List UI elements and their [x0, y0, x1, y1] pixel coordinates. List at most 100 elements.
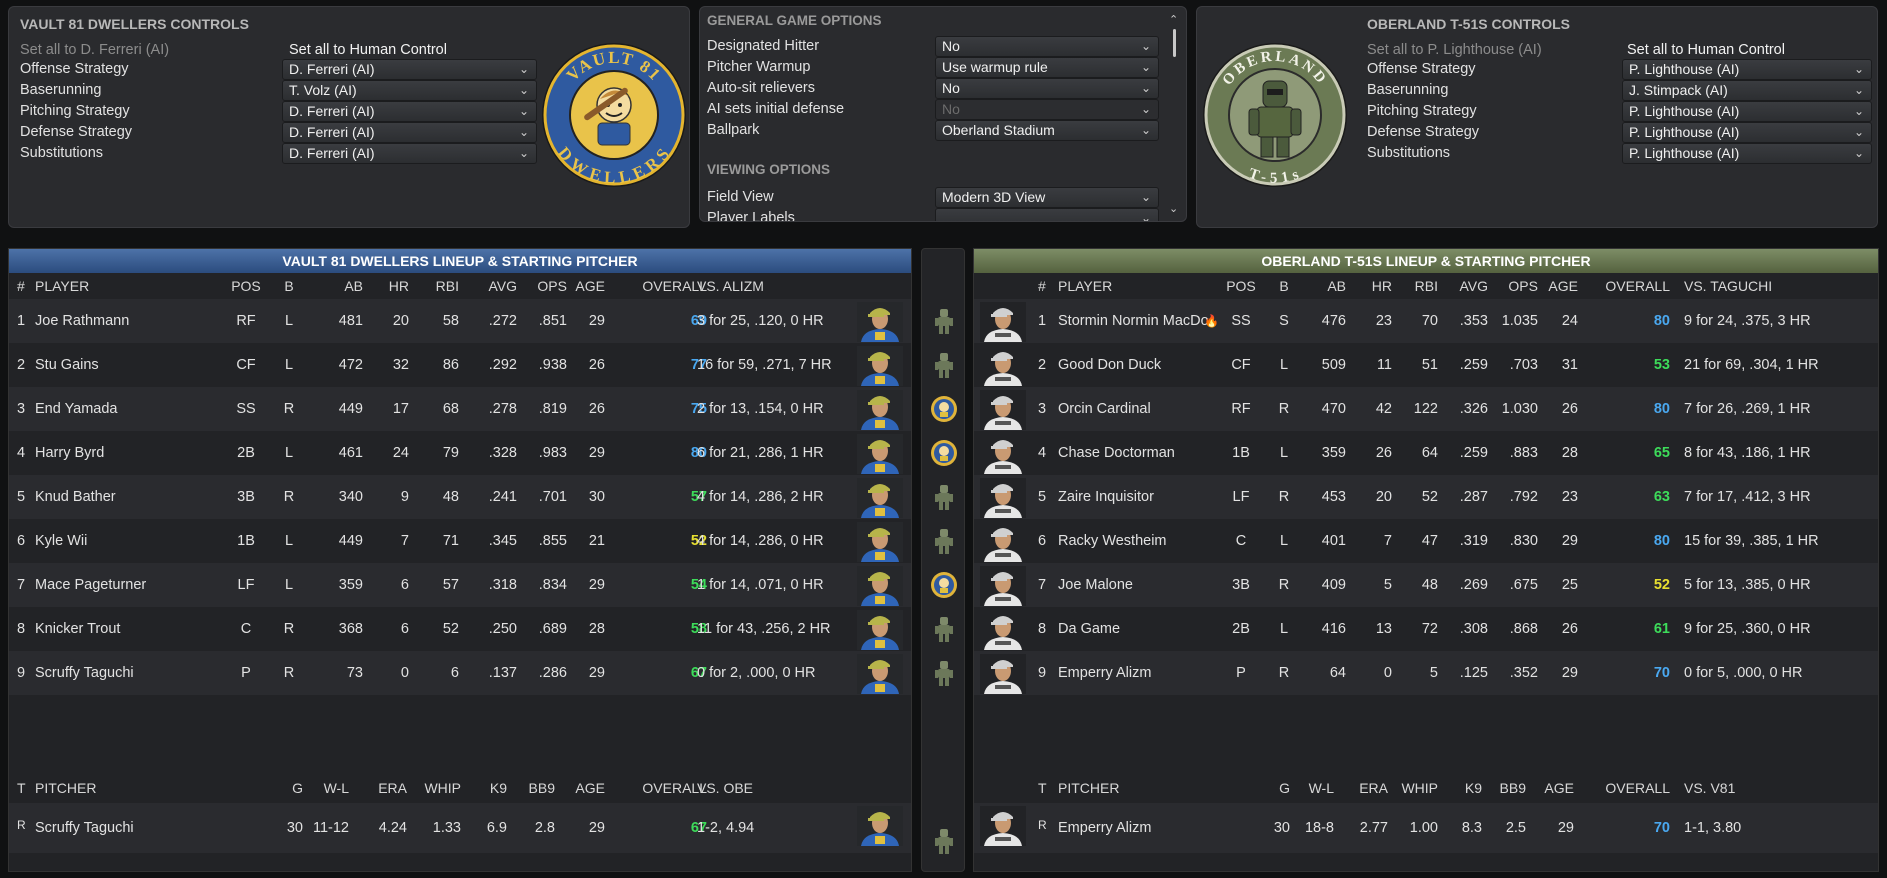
column-header-overall[interactable]: OVERALL	[621, 274, 707, 298]
option-dropdown[interactable]: ⌄	[935, 208, 1159, 221]
away-control-dropdown[interactable]: P. Lighthouse (AI) ⌄	[1622, 143, 1872, 164]
player-name[interactable]: Joe Rathmann	[35, 299, 129, 343]
armor-icon[interactable]	[930, 307, 958, 335]
option-dropdown[interactable]: No ⌄	[935, 36, 1159, 57]
player-name[interactable]: Harry Byrd	[35, 431, 104, 475]
column-header-whip[interactable]: WHIP	[411, 776, 461, 800]
player-name[interactable]: Stu Gains	[35, 343, 99, 387]
column-header-age[interactable]: AGE	[569, 776, 605, 800]
column-header-pitcher[interactable]: PITCHER	[1058, 776, 1119, 800]
table-row[interactable]: 1 Stormin Normin MacDo SS S 476 23 70.353 1.035…	[974, 299, 1878, 343]
table-row[interactable]: 7 Mace Pageturner LF L 359 6 57 .318 .834 29 54 1 f…	[9, 563, 911, 607]
table-row[interactable]: 9 Scruffy Taguchi P R 73 0 6 .137 .286 29 67 0 for …	[9, 651, 911, 695]
scroll-up-icon[interactable]: ⌃	[1169, 13, 1178, 26]
column-header-era[interactable]: ERA	[363, 776, 407, 800]
column-header-num[interactable]: #	[17, 274, 25, 298]
player-name[interactable]: Da Game	[1058, 607, 1120, 651]
player-name[interactable]: Good Don Duck	[1058, 343, 1161, 387]
away-control-dropdown[interactable]: P. Lighthouse (AI) ⌄	[1622, 59, 1872, 80]
table-row[interactable]: 7 Joe Malone 3B R 409 5 48 .269 .675 25 52 5 for 13…	[974, 563, 1878, 607]
armor-icon[interactable]	[930, 483, 958, 511]
option-dropdown[interactable]: Oberland Stadium ⌄	[935, 120, 1159, 141]
option-dropdown[interactable]: Use warmup rule ⌄	[935, 57, 1159, 78]
column-header-vs[interactable]: VS. ALIZM	[697, 274, 764, 298]
column-header-vs[interactable]: VS. TAGUCHI	[1684, 274, 1772, 298]
player-name[interactable]: Knud Bather	[35, 475, 116, 519]
table-row[interactable]: 2 Good Don Duck CF L 509 11 51 .259 .703 31 53 21 f…	[974, 343, 1878, 387]
vault-boy-icon[interactable]	[930, 395, 958, 423]
home-control-dropdown[interactable]: D. Ferreri (AI) ⌄	[282, 101, 537, 122]
table-row[interactable]: 3 Orcin Cardinal RF R 470 42 122 .326 1.030 26 80 7…	[974, 387, 1878, 431]
column-header-bb9[interactable]: BB9	[1488, 776, 1526, 800]
player-name[interactable]: Chase Doctorman	[1058, 431, 1175, 475]
column-header-overall[interactable]: OVERALL	[621, 776, 707, 800]
player-name[interactable]: Orcin Cardinal	[1058, 387, 1151, 431]
player-name[interactable]: Emperry Alizm	[1058, 651, 1151, 695]
column-header-pos[interactable]: POS	[231, 274, 261, 298]
column-header-avg[interactable]: AVG	[1444, 274, 1488, 298]
table-row[interactable]: 9 Emperry Alizm P R 64 0 5 .125 .352 29 70 0 for 5,…	[974, 651, 1878, 695]
home-control-dropdown[interactable]: T. Volz (AI) ⌄	[282, 80, 537, 101]
armor-icon[interactable]	[930, 615, 958, 643]
column-header-whip[interactable]: WHIP	[1388, 776, 1438, 800]
table-row[interactable]: 4 Chase Doctorman 1B L 359 26 64 .259 .883 28 65 8 …	[974, 431, 1878, 475]
player-name[interactable]: Zaire Inquisitor	[1058, 475, 1154, 519]
armor-icon[interactable]	[930, 527, 958, 555]
table-row[interactable]: 1 Joe Rathmann RF L 481 20 58 .272 .851 29 69 3 for…	[9, 299, 911, 343]
column-header-pos[interactable]: POS	[1226, 274, 1256, 298]
column-header-k9[interactable]: K9	[471, 776, 507, 800]
column-header-g[interactable]: G	[271, 776, 303, 800]
table-row[interactable]: 4 Harry Byrd 2B L 461 24 79 .328 .983 29 80 6 for 2…	[9, 431, 911, 475]
column-header-wl[interactable]: W-L	[1294, 776, 1334, 800]
column-header-num[interactable]: #	[1038, 274, 1046, 298]
column-header-b[interactable]: B	[1274, 274, 1294, 298]
player-name[interactable]: Joe Malone	[1058, 563, 1133, 607]
pitcher-name[interactable]: Scruffy Taguchi	[35, 803, 134, 853]
column-header-rbi[interactable]: RBI	[423, 274, 459, 298]
home-control-dropdown[interactable]: D. Ferreri (AI) ⌄	[282, 143, 537, 164]
away-control-dropdown[interactable]: J. Stimpack (AI) ⌄	[1622, 80, 1872, 101]
column-header-age[interactable]: AGE	[1538, 274, 1578, 298]
armor-icon[interactable]	[930, 351, 958, 379]
column-header-hr[interactable]: HR	[377, 274, 409, 298]
column-header-avg[interactable]: AVG	[469, 274, 517, 298]
home-control-dropdown[interactable]: D. Ferreri (AI) ⌄	[282, 122, 537, 143]
column-header-bb9[interactable]: BB9	[515, 776, 555, 800]
column-header-hr[interactable]: HR	[1356, 274, 1392, 298]
column-header-rbi[interactable]: RBI	[1398, 274, 1438, 298]
scroll-thumb[interactable]	[1173, 29, 1176, 57]
column-header-ops[interactable]: OPS	[519, 274, 567, 298]
pitcher-row[interactable]: R Scruffy Taguchi 30 11-12 4.24 1.33 6.9 2.8 29 6…	[9, 803, 911, 853]
player-name[interactable]: Scruffy Taguchi	[35, 651, 134, 695]
home-control-dropdown[interactable]: D. Ferreri (AI) ⌄	[282, 59, 537, 80]
table-row[interactable]: 8 Da Game 2B L 416 13 72 .308 .868 26 61 9 for 25, …	[974, 607, 1878, 651]
away-control-dropdown[interactable]: P. Lighthouse (AI) ⌄	[1622, 101, 1872, 122]
column-header-overall[interactable]: OVERALL	[1584, 274, 1670, 298]
armor-icon[interactable]	[930, 827, 958, 855]
column-header-player[interactable]: PLAYER	[35, 274, 89, 298]
column-header-g[interactable]: G	[1250, 776, 1290, 800]
column-header-overall[interactable]: OVERALL	[1584, 776, 1670, 800]
table-row[interactable]: 2 Stu Gains CF L 472 32 86 .292 .938 26 77 16 for 5…	[9, 343, 911, 387]
vault-boy-icon[interactable]	[930, 439, 958, 467]
column-header-wl[interactable]: W-L	[307, 776, 349, 800]
table-row[interactable]: 6 Racky Westheim C L 401 7 47 .319 .830 29 80 15 fo…	[974, 519, 1878, 563]
player-name[interactable]: Stormin Normin MacDo	[1058, 299, 1209, 343]
table-row[interactable]: 8 Knicker Trout C R 368 6 52 .250 .689 28 58 11 for…	[9, 607, 911, 651]
player-name[interactable]: Racky Westheim	[1058, 519, 1167, 563]
vault-boy-icon[interactable]	[930, 571, 958, 599]
column-header-k9[interactable]: K9	[1444, 776, 1482, 800]
column-header-age[interactable]: AGE	[569, 274, 605, 298]
player-name[interactable]: Knicker Trout	[35, 607, 120, 651]
column-header-vs[interactable]: VS. V81	[1684, 776, 1735, 800]
column-header-vs[interactable]: VS. OBE	[697, 776, 753, 800]
column-header-era[interactable]: ERA	[1344, 776, 1388, 800]
column-header-age[interactable]: AGE	[1534, 776, 1574, 800]
pitcher-name[interactable]: Emperry Alizm	[1058, 803, 1151, 853]
table-row[interactable]: 5 Zaire Inquisitor LF R 453 20 52 .287 .792 23 63 7…	[974, 475, 1878, 519]
player-name[interactable]: Kyle Wii	[35, 519, 87, 563]
away-control-dropdown[interactable]: P. Lighthouse (AI) ⌄	[1622, 122, 1872, 143]
armor-icon[interactable]	[930, 659, 958, 687]
player-name[interactable]: End Yamada	[35, 387, 118, 431]
option-dropdown[interactable]: Modern 3D View ⌄	[935, 187, 1159, 208]
